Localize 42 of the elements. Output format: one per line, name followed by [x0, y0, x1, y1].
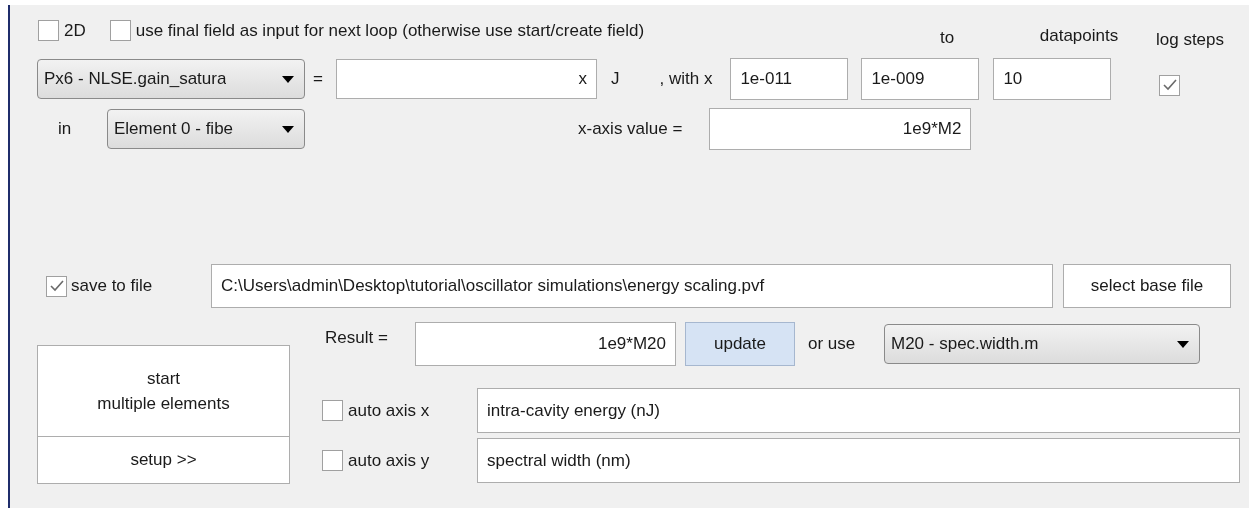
label: Result = — [325, 327, 389, 350]
caret-icon — [282, 125, 294, 133]
label: or use — [808, 333, 857, 356]
label: x-axis value = — [578, 118, 683, 141]
column-header: log steps — [1154, 28, 1225, 51]
caret-icon — [282, 75, 294, 83]
checkbox[interactable] — [109, 20, 131, 42]
checkbox-label: save to file — [71, 275, 153, 298]
result-dropdown[interactable]: M20 - spec.width.m — [884, 324, 1200, 364]
checkbox[interactable] — [1159, 74, 1181, 96]
axis-title-field[interactable]: spectral width (nm) — [477, 438, 1240, 483]
axis-title-field[interactable]: intra-cavity energy (nJ) — [477, 388, 1240, 433]
label: in — [58, 118, 73, 141]
checkbox-label: use final field as input for next loop (otherwise use start/create field) — [135, 20, 645, 42]
datapoints-field[interactable]: 10 — [993, 58, 1112, 100]
check-icon — [49, 280, 64, 292]
check-icon — [1162, 79, 1177, 91]
checkbox-label: 2D — [64, 20, 86, 42]
checkbox[interactable] — [322, 400, 343, 421]
label: , with x — [659, 68, 713, 91]
file-path-field[interactable]: C:\Users\admin\Desktop\tutorial\oscillator simulations\energy scaling.pvf — [211, 264, 1053, 308]
caret-icon — [1177, 340, 1189, 348]
checkbox[interactable] — [322, 450, 343, 471]
update-button[interactable]: update — [685, 322, 795, 366]
x-axis-field[interactable]: 1e9*M2 — [709, 108, 972, 150]
label: = — [313, 68, 324, 91]
select-file-button[interactable]: select base file — [1063, 264, 1231, 308]
column-header: to — [938, 26, 956, 49]
checkbox[interactable] — [38, 20, 59, 42]
label: J — [611, 68, 620, 91]
value-field[interactable]: x — [336, 59, 597, 99]
start-button[interactable]: start multiple elements — [37, 345, 290, 437]
checkbox-label: auto axis x — [348, 399, 430, 422]
parameter-dropdown[interactable]: Px6 - NLSE.gain_satura — [37, 59, 305, 99]
result-field[interactable]: 1e9*M20 — [415, 322, 676, 366]
column-header: datapoints — [1038, 24, 1120, 47]
checkbox-label: auto axis y — [348, 449, 430, 472]
checkbox[interactable] — [46, 275, 67, 297]
to-field[interactable]: 1e-009 — [861, 58, 980, 100]
element-dropdown[interactable]: Element 0 - fibe — [107, 109, 305, 149]
from-field[interactable]: 1e-011 — [730, 58, 849, 100]
setup-button[interactable]: setup >> — [37, 437, 290, 484]
